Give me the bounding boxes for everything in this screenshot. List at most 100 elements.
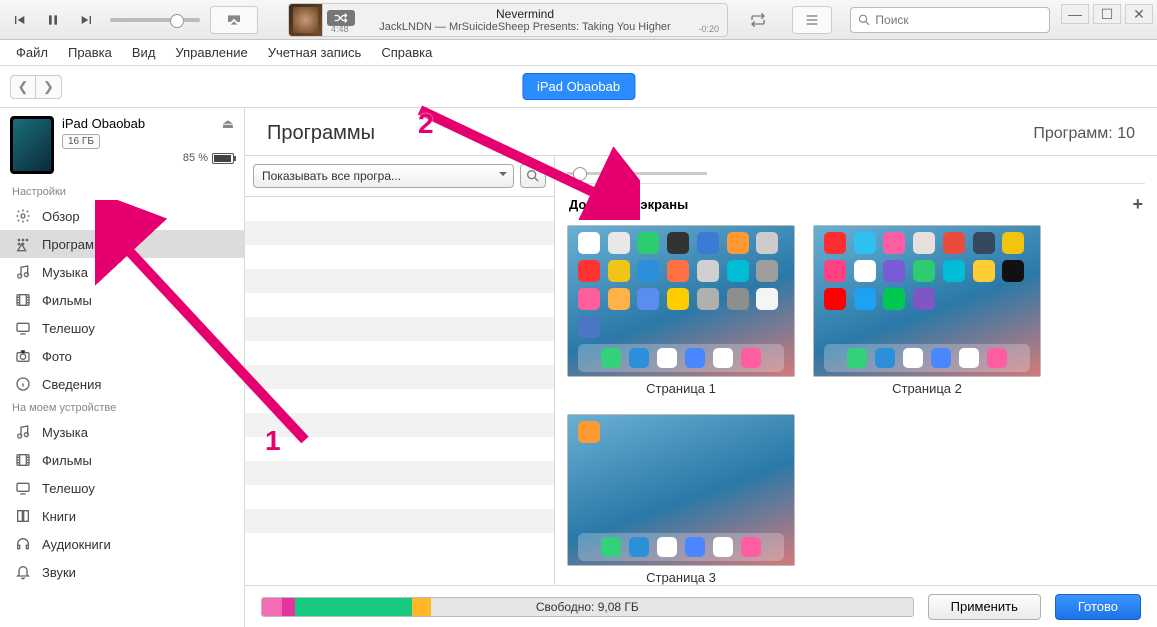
app-icon — [637, 232, 659, 254]
dock-app-icon — [959, 348, 979, 368]
sidebar-item-музыка[interactable]: Музыка — [0, 258, 244, 286]
list-icon — [804, 12, 820, 28]
app-icon — [854, 232, 876, 254]
app-icon — [727, 288, 749, 310]
gear-icon — [14, 207, 32, 225]
footer: Свободно: 9,08 ГБ Применить Готово — [245, 585, 1157, 627]
now-playing: Nevermind JackLNDN — MrSuicideSheep Pres… — [288, 3, 728, 37]
dock-app-icon — [713, 537, 733, 557]
device-tab[interactable]: iPad Obaobab — [522, 73, 635, 100]
sidebar-item-музыка[interactable]: Музыка — [0, 418, 244, 446]
app-row — [245, 365, 554, 389]
sidebar-item-обзор[interactable]: Обзор — [0, 202, 244, 230]
home-screen-3[interactable]: Страница 3 — [567, 414, 795, 585]
apps-search-button[interactable] — [520, 164, 546, 188]
menu-edit[interactable]: Правка — [60, 43, 120, 62]
dock-app-icon — [741, 537, 761, 557]
bell-icon — [14, 563, 32, 581]
done-button[interactable]: Готово — [1055, 594, 1141, 620]
airplay-button[interactable] — [210, 6, 258, 34]
sidebar-item-label: Сведения — [42, 377, 101, 392]
app-icon — [697, 232, 719, 254]
home-screen-1[interactable]: Страница 1 — [567, 225, 795, 396]
sidebar-item-сведения[interactable]: Сведения — [0, 370, 244, 398]
app-icon — [973, 232, 995, 254]
app-icon — [727, 232, 749, 254]
app-icon — [943, 232, 965, 254]
next-button[interactable] — [74, 7, 100, 33]
screen-label: Страница 1 — [567, 381, 795, 396]
app-row — [245, 485, 554, 509]
capacity-badge: 16 ГБ — [62, 134, 100, 149]
sidebar-item-фильмы[interactable]: Фильмы — [0, 446, 244, 474]
eject-button[interactable]: ⏏ — [222, 116, 234, 132]
app-icon — [913, 232, 935, 254]
battery-icon — [212, 153, 234, 164]
prev-button[interactable] — [6, 7, 32, 33]
main-area: iPad Obaobab ⏏ 16 ГБ 85 % Настройки Обзо… — [0, 108, 1157, 627]
app-list[interactable] — [245, 197, 554, 585]
sidebar: iPad Obaobab ⏏ 16 ГБ 85 % Настройки Обзо… — [0, 108, 245, 627]
menu-view[interactable]: Вид — [124, 43, 164, 62]
sidebar-item-аудиокниги[interactable]: Аудиокниги — [0, 530, 244, 558]
sidebar-item-книги[interactable]: Книги — [0, 502, 244, 530]
app-icon — [578, 421, 600, 443]
dock-app-icon — [601, 537, 621, 557]
apps-icon — [14, 235, 32, 253]
dock-app-icon — [601, 348, 621, 368]
menu-account[interactable]: Учетная запись — [260, 43, 370, 62]
menu-help[interactable]: Справка — [373, 43, 440, 62]
app-icon — [973, 260, 995, 282]
minimize-button[interactable]: — — [1061, 4, 1089, 24]
app-row — [245, 389, 554, 413]
app-icon — [667, 288, 689, 310]
sidebar-item-телешоу[interactable]: Телешоу — [0, 474, 244, 502]
zoom-slider[interactable] — [567, 172, 707, 175]
nav-back[interactable]: ❮ — [10, 75, 36, 99]
maximize-button[interactable]: ☐ — [1093, 4, 1121, 24]
app-row — [245, 509, 554, 533]
sidebar-item-label: Обзор — [42, 209, 80, 224]
add-screen-button[interactable]: + — [1132, 194, 1143, 215]
app-icon — [578, 316, 600, 338]
app-row — [245, 317, 554, 341]
app-icon — [727, 260, 749, 282]
app-icon — [578, 232, 600, 254]
search-input[interactable] — [875, 13, 1043, 27]
annotation-label-2: 2 — [418, 108, 434, 140]
close-button[interactable]: ✕ — [1125, 4, 1153, 24]
dock-app-icon — [741, 348, 761, 368]
sidebar-item-программы[interactable]: Программы — [0, 230, 244, 258]
menu-controls[interactable]: Управление — [167, 43, 255, 62]
app-row — [245, 197, 554, 221]
list-view-button[interactable] — [792, 6, 832, 34]
app-icon — [824, 232, 846, 254]
apps-column: Показывать все програ... — [245, 156, 555, 585]
sidebar-item-звуки[interactable]: Звуки — [0, 558, 244, 586]
player-bar: Nevermind JackLNDN — MrSuicideSheep Pres… — [0, 0, 1157, 40]
home-screen-2[interactable]: Страница 2 — [813, 225, 1041, 396]
search-box[interactable] — [850, 7, 1050, 33]
app-row — [245, 461, 554, 485]
apps-filter-dropdown[interactable]: Показывать все програ... — [253, 164, 514, 188]
app-icon — [824, 288, 846, 310]
sidebar-item-телешоу[interactable]: Телешоу — [0, 314, 244, 342]
sidebar-item-фото[interactable]: Фото — [0, 342, 244, 370]
menu-file[interactable]: Файл — [8, 43, 56, 62]
screen-label: Страница 2 — [813, 381, 1041, 396]
sidebar-item-фильмы[interactable]: Фильмы — [0, 286, 244, 314]
nav-forward[interactable]: ❯ — [36, 75, 62, 99]
volume-slider[interactable] — [110, 18, 200, 22]
app-icon — [697, 260, 719, 282]
repeat-button[interactable] — [744, 6, 772, 34]
app-icon — [608, 260, 630, 282]
apply-button[interactable]: Применить — [928, 594, 1041, 620]
note-icon — [14, 423, 32, 441]
section-label-ondevice: На моем устройстве — [0, 398, 244, 418]
app-icon — [854, 288, 876, 310]
dock-app-icon — [685, 348, 705, 368]
app-icon — [578, 288, 600, 310]
app-icon — [608, 288, 630, 310]
dock-app-icon — [629, 537, 649, 557]
pause-button[interactable] — [38, 7, 68, 33]
